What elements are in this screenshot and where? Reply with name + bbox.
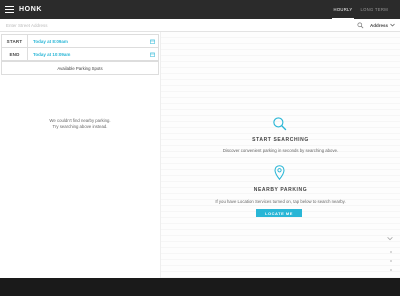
zoom-controls-icon[interactable]	[388, 249, 394, 274]
start-label: START	[2, 35, 28, 47]
end-time-value[interactable]: Today at 10:09am	[33, 48, 70, 60]
sort-select[interactable]: Address	[370, 19, 395, 31]
location-pin-icon	[274, 165, 285, 180]
start-searching-heading: START SEARCHING	[252, 137, 309, 143]
calendar-icon[interactable]	[150, 52, 155, 57]
bottom-bar	[0, 278, 400, 296]
available-spots-row[interactable]: Available Parking Spots	[1, 61, 159, 75]
nearby-parking-description: If you have Location Services turned on,…	[215, 199, 346, 204]
top-nav-bar: HONK HOURLY LONG TERM	[0, 0, 400, 19]
empty-results-message: We couldn't find nearby parking. Try sea…	[0, 118, 160, 129]
sort-select-label: Address	[370, 22, 389, 28]
search-icon[interactable]	[357, 22, 364, 29]
calendar-icon[interactable]	[150, 39, 155, 44]
nearby-parking-heading: NEARBY PARKING	[253, 187, 308, 193]
empty-message-line2: Try searching above instead.	[52, 123, 108, 129]
chevron-down-icon[interactable]	[387, 236, 393, 241]
end-time-row[interactable]: END Today at 10:09am	[1, 47, 159, 61]
start-time-row[interactable]: START Today at 8:09am	[1, 34, 159, 48]
tab-hourly[interactable]: HOURLY	[330, 0, 357, 19]
magnifier-icon	[273, 117, 287, 131]
nav-tabs: HOURLY LONG TERM	[330, 0, 392, 19]
search-bar: Address	[0, 19, 400, 32]
hamburger-menu-icon[interactable]	[5, 6, 14, 13]
results-panel: START Today at 8:09am END Today at 10:09…	[0, 32, 161, 278]
address-search-input[interactable]	[6, 22, 306, 28]
start-searching-description: Discover convenient parking in seconds b…	[222, 148, 339, 153]
end-label: END	[2, 48, 28, 60]
locate-me-button[interactable]: LOCATE ME	[256, 209, 302, 217]
tab-long-term[interactable]: LONG TERM	[356, 0, 392, 19]
brand-logo[interactable]: HONK	[19, 6, 42, 13]
map-background	[161, 32, 400, 278]
available-spots-label: Available Parking Spots	[57, 65, 103, 71]
chevron-down-icon	[390, 23, 395, 27]
map-area: START SEARCHING Discover convenient park…	[161, 32, 400, 278]
start-time-value[interactable]: Today at 8:09am	[33, 35, 68, 47]
